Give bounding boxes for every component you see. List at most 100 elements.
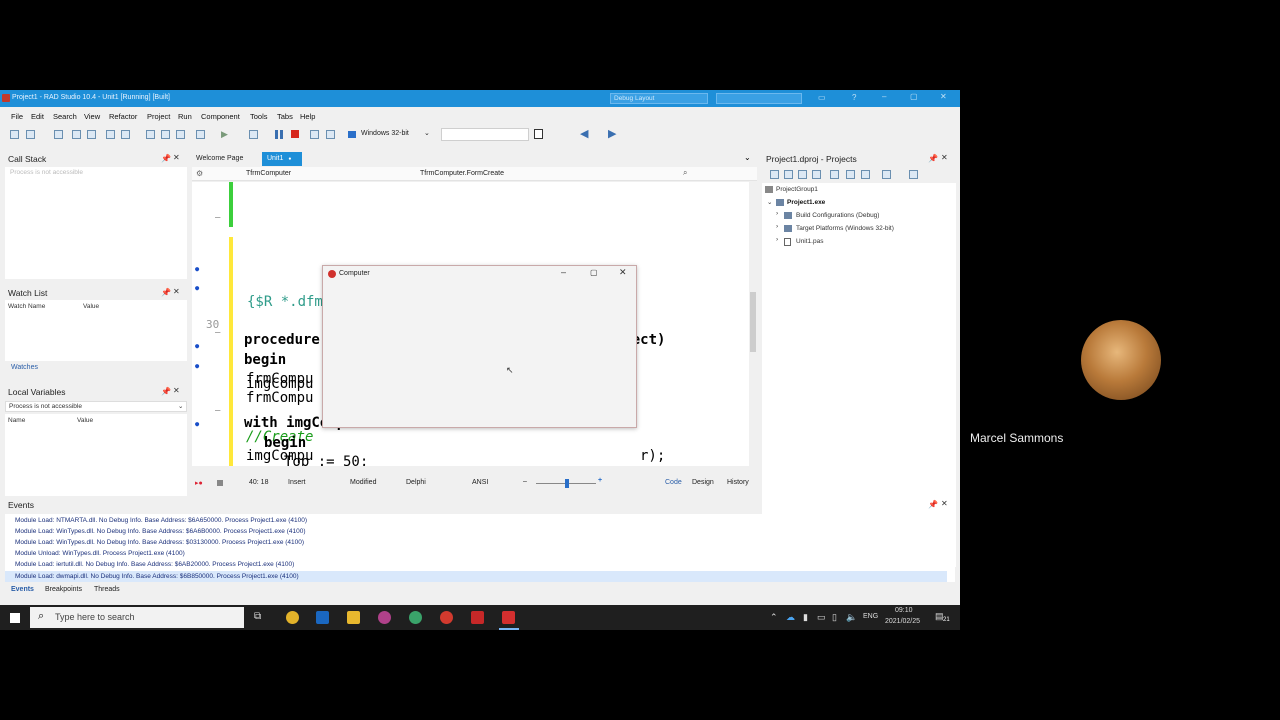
- search-icon[interactable]: ⌕: [683, 168, 687, 178]
- stop-recording-icon[interactable]: [217, 480, 223, 486]
- delphi-app-icon[interactable]: [502, 611, 515, 624]
- tree-item-project-exe[interactable]: Project1.exe: [787, 199, 825, 206]
- open-folder-icon[interactable]: [784, 170, 793, 179]
- menu-tabs[interactable]: Tabs: [277, 112, 293, 121]
- close-icon[interactable]: ✕: [619, 267, 627, 278]
- close-icon[interactable]: ✕: [940, 92, 947, 101]
- outlook-icon[interactable]: [316, 611, 329, 624]
- tab-unit1[interactable]: Unit1 ●: [262, 152, 302, 166]
- tab-design[interactable]: Design: [692, 479, 714, 486]
- watch-list-grid[interactable]: Watch Name Value: [5, 300, 187, 361]
- file-explorer-icon[interactable]: [347, 611, 360, 624]
- local-vars-pin-icon[interactable]: 📌: [161, 387, 171, 396]
- start-icon[interactable]: [10, 613, 20, 623]
- chrome-profile-icon[interactable]: [409, 611, 422, 624]
- tab-history[interactable]: History: [727, 479, 749, 486]
- battery-icon[interactable]: ▯: [832, 612, 837, 623]
- computer-form-window[interactable]: Computer – ▢ ✕ ↖: [322, 265, 637, 428]
- run-icon[interactable]: ▶: [221, 129, 228, 140]
- platform-selector[interactable]: Windows 32-bit ⌄: [346, 128, 434, 141]
- tree-item-build-config[interactable]: Build Configurations (Debug): [796, 212, 879, 219]
- device-icon[interactable]: [534, 129, 543, 139]
- menu-component[interactable]: Component: [201, 112, 240, 121]
- tab-welcome-page[interactable]: Welcome Page: [192, 152, 254, 166]
- chevron-down-icon[interactable]: ⌄: [767, 198, 772, 206]
- projects-close-icon[interactable]: ✕: [941, 153, 948, 162]
- call-stack-close-icon[interactable]: ✕: [173, 153, 180, 162]
- menu-edit[interactable]: Edit: [31, 112, 44, 121]
- pause-icon[interactable]: [275, 130, 278, 139]
- chrome-profile-icon[interactable]: [440, 611, 453, 624]
- ide-search-input[interactable]: [716, 93, 802, 104]
- chevron-right-icon[interactable]: ›: [776, 223, 778, 230]
- open-project-icon[interactable]: [87, 130, 96, 139]
- chrome-icon[interactable]: [286, 611, 299, 624]
- remove-file-icon[interactable]: [121, 130, 130, 139]
- menu-help[interactable]: Help: [300, 112, 315, 121]
- back-icon[interactable]: ◀: [580, 127, 588, 140]
- refresh-icon[interactable]: [830, 170, 839, 179]
- layout-icon[interactable]: ▭: [818, 93, 826, 102]
- minimize-icon[interactable]: –: [882, 92, 886, 101]
- zoom-slider-thumb[interactable]: [565, 479, 569, 488]
- method-combo[interactable]: TfrmComputer.FormCreate: [420, 170, 504, 177]
- chevron-up-icon[interactable]: ⌃: [770, 612, 778, 623]
- task-view-icon[interactable]: ⧉: [254, 611, 261, 622]
- menu-project[interactable]: Project: [147, 112, 170, 121]
- language-indicator[interactable]: ENG: [863, 613, 878, 620]
- clock-date[interactable]: 2021/02/25: [885, 618, 920, 625]
- call-stack-pin-icon[interactable]: 📌: [161, 154, 171, 163]
- menu-run[interactable]: Run: [178, 112, 192, 121]
- build-icon[interactable]: [798, 170, 807, 179]
- toggle-form-icon[interactable]: [176, 130, 185, 139]
- config-combo[interactable]: [441, 128, 529, 141]
- save-icon[interactable]: [54, 130, 63, 139]
- open-icon[interactable]: [26, 130, 35, 139]
- record-macro-icon[interactable]: ▸●: [195, 479, 203, 487]
- tab-code[interactable]: Code: [665, 479, 682, 486]
- local-vars-close-icon[interactable]: ✕: [173, 386, 180, 395]
- local-vars-grid[interactable]: Name Value: [5, 414, 187, 496]
- chevron-right-icon[interactable]: ›: [776, 210, 778, 217]
- events-log[interactable]: Module Load: NTMARTA.dll. No Debug Info.…: [5, 514, 955, 582]
- minimize-icon[interactable]: –: [561, 267, 566, 277]
- trace-into-icon[interactable]: [326, 130, 335, 139]
- tree-item-unit1[interactable]: Unit1.pas: [796, 238, 823, 245]
- tab-events[interactable]: Events: [11, 586, 34, 593]
- volume-icon[interactable]: 🔈: [846, 612, 857, 623]
- watch-list-pin-icon[interactable]: 📌: [161, 288, 171, 297]
- compile-icon[interactable]: [812, 170, 821, 179]
- expand-icon[interactable]: [861, 170, 870, 179]
- maximize-icon[interactable]: ▢: [910, 92, 918, 101]
- view-unit-icon[interactable]: [146, 130, 155, 139]
- projects-pin-icon[interactable]: 📌: [928, 154, 938, 163]
- new-form-icon[interactable]: [196, 130, 205, 139]
- tree-item-projectgroup[interactable]: ProjectGroup1: [776, 186, 818, 193]
- taskbar-search-box[interactable]: ⌕ Type here to search: [30, 607, 244, 628]
- layout-dropdown[interactable]: Debug Layout: [610, 93, 708, 104]
- step-over-icon[interactable]: [310, 130, 319, 139]
- sort-icon[interactable]: [882, 170, 891, 179]
- menu-tools[interactable]: Tools: [250, 112, 268, 121]
- menu-search[interactable]: Search: [53, 112, 77, 121]
- tab-watches[interactable]: Watches: [11, 364, 38, 371]
- new-icon[interactable]: [10, 130, 19, 139]
- onedrive-icon[interactable]: ☁: [786, 612, 795, 623]
- menu-view[interactable]: View: [84, 112, 100, 121]
- watch-list-close-icon[interactable]: ✕: [173, 287, 180, 296]
- add-file-icon[interactable]: [106, 130, 115, 139]
- chevron-right-icon[interactable]: ›: [776, 236, 778, 243]
- clock-time[interactable]: 09:10: [895, 607, 913, 614]
- help-icon[interactable]: ?: [852, 93, 856, 102]
- chrome-profile-icon[interactable]: [378, 611, 391, 624]
- forward-icon[interactable]: ▶: [608, 127, 616, 140]
- menu-refactor[interactable]: Refactor: [109, 112, 137, 121]
- structure-icon[interactable]: ⚙: [196, 169, 203, 178]
- sync-icon[interactable]: [770, 170, 779, 179]
- tabs-dropdown-icon[interactable]: ⌄: [744, 153, 751, 162]
- zoom-out-button[interactable]: –: [523, 478, 527, 485]
- project-tree[interactable]: ProjectGroup1 ⌄ Project1.exe › Build Con…: [762, 183, 956, 567]
- view-form-icon[interactable]: [161, 130, 170, 139]
- tree-item-target-platforms[interactable]: Target Platforms (Windows 32-bit): [796, 225, 894, 232]
- class-combo[interactable]: TfrmComputer: [246, 170, 291, 177]
